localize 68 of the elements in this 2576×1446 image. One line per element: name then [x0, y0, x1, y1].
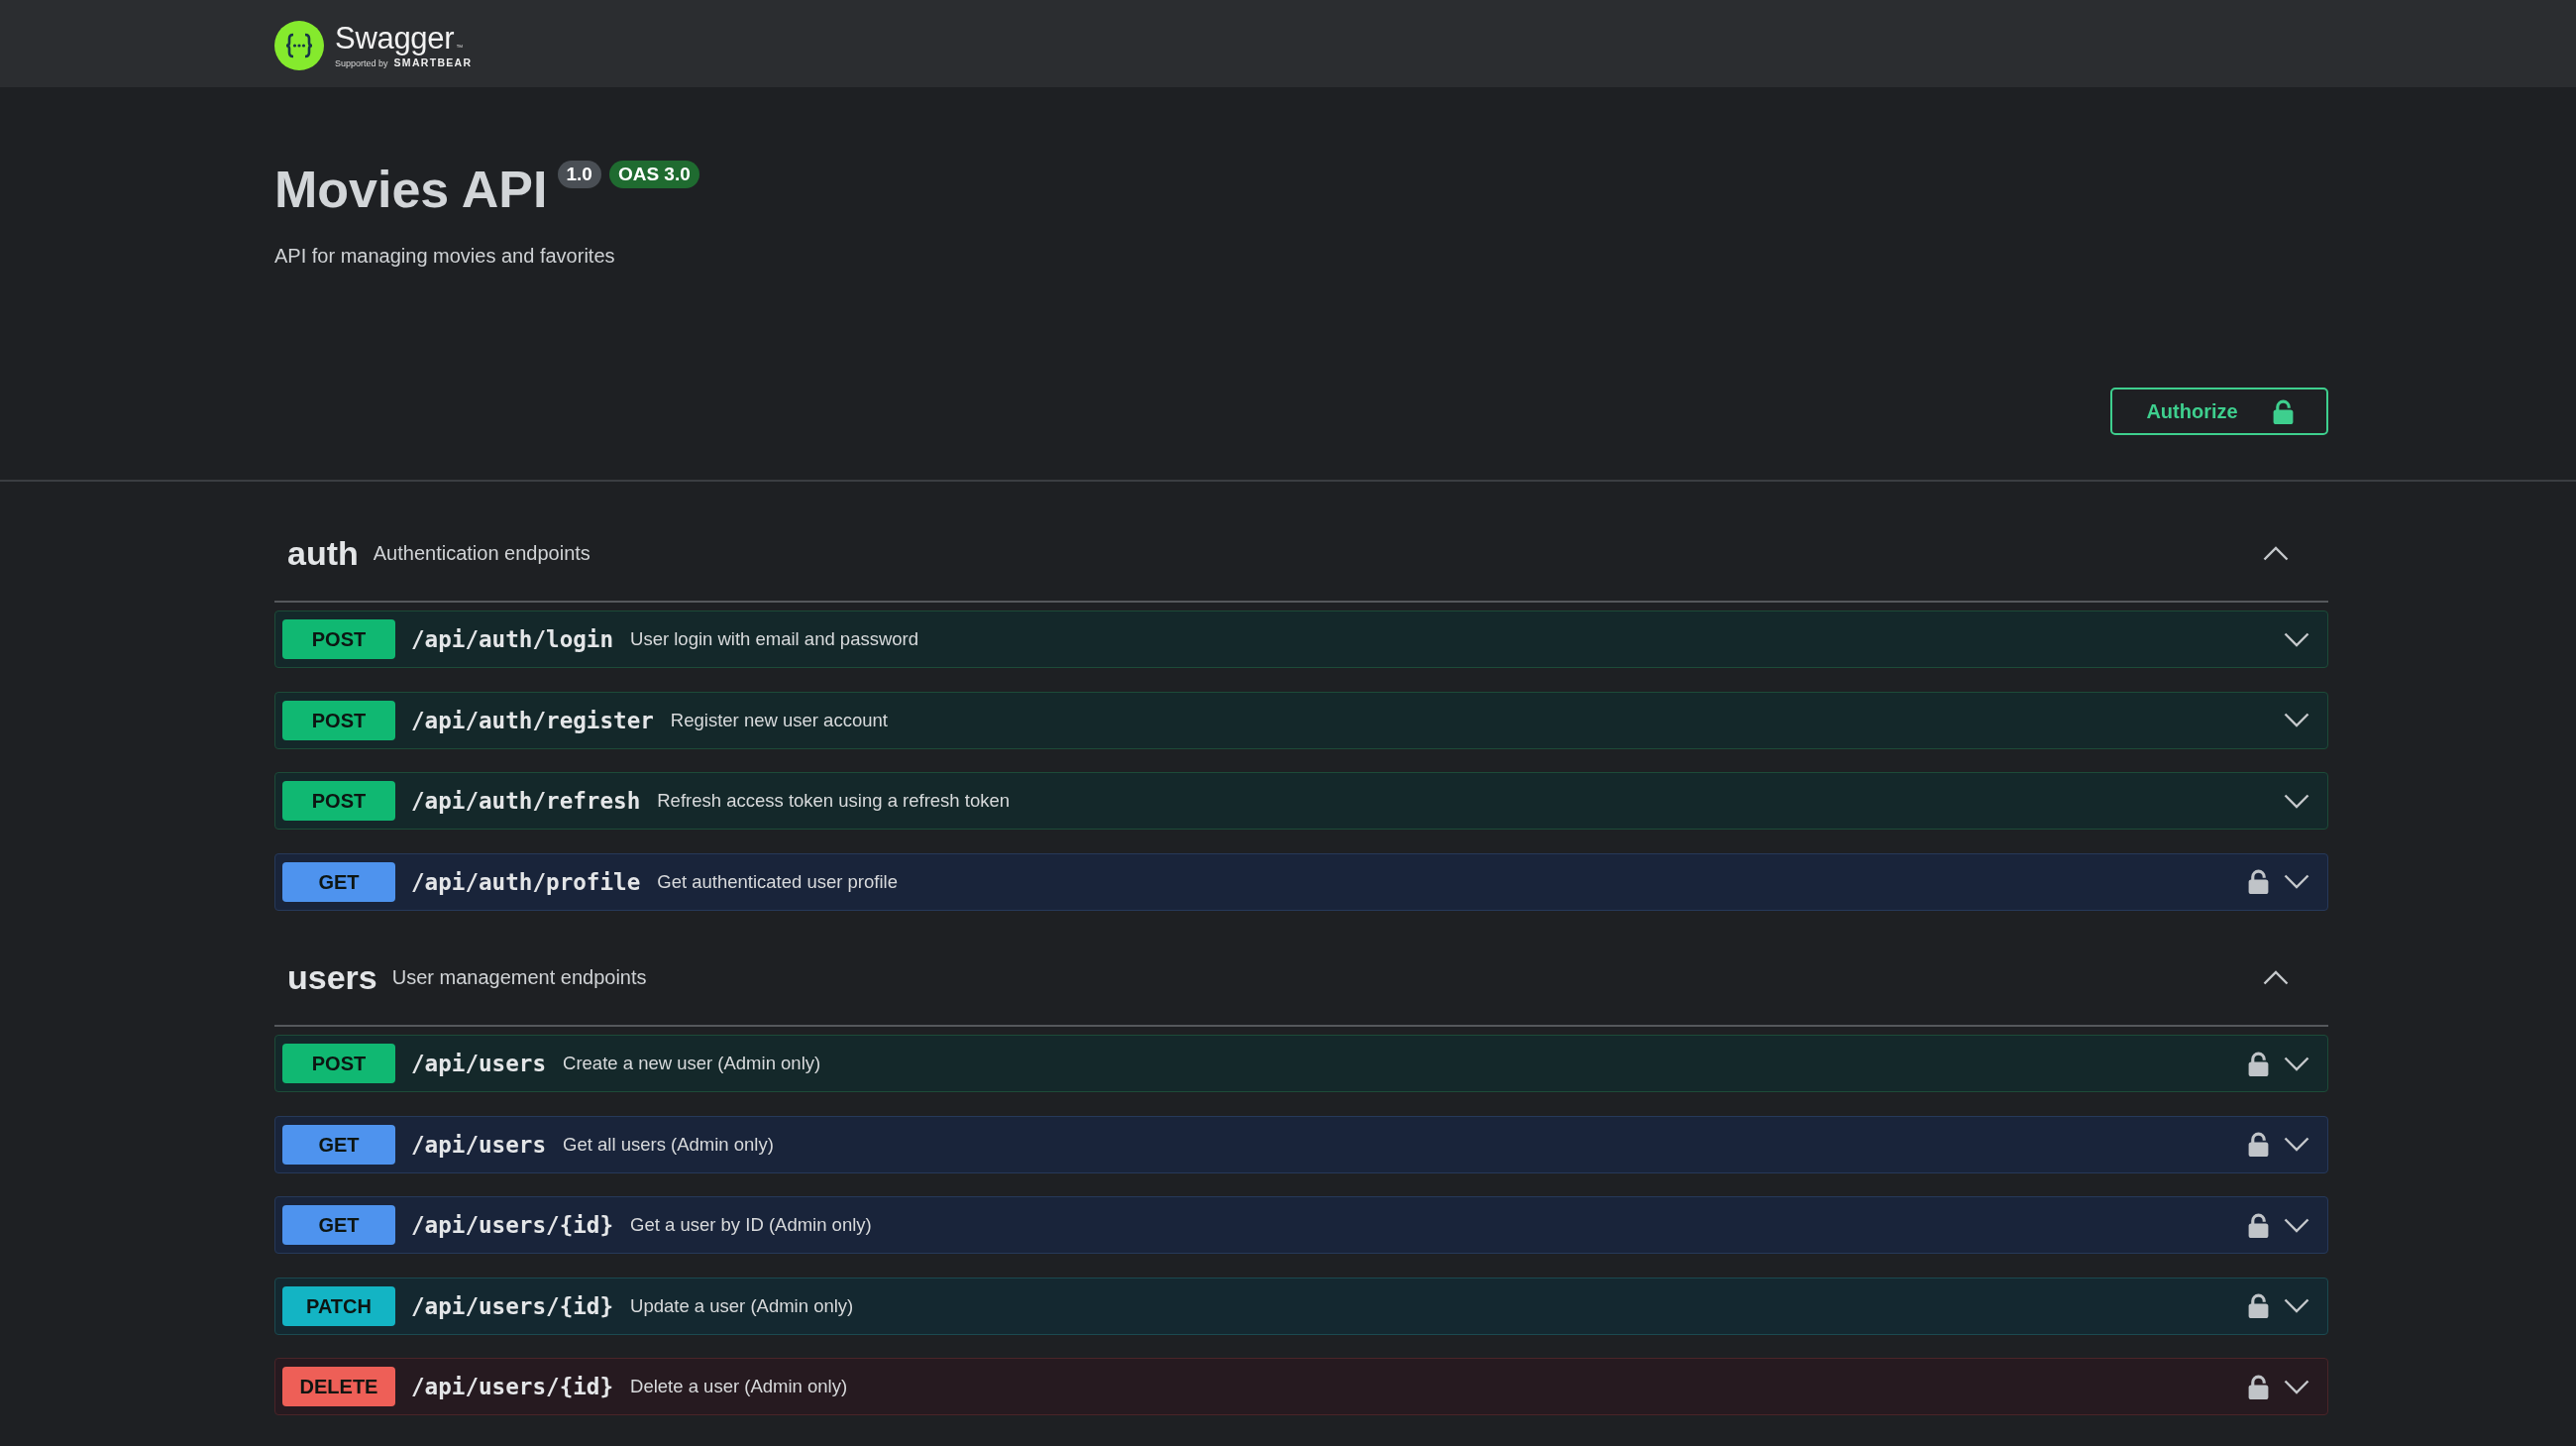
unlock-icon[interactable] [2248, 1212, 2269, 1238]
api-title: Movies API [274, 160, 548, 220]
endpoint-path: /api/users/{id} [411, 1292, 614, 1319]
endpoint-row[interactable]: POST /api/auth/login User login with email and password [274, 611, 2328, 668]
endpoint-row[interactable]: PATCH /api/users/{id} Update a user (Admin only) [274, 1277, 2328, 1335]
chevron-down-icon[interactable] [2284, 1056, 2309, 1071]
endpoint-path: /api/users/{id} [411, 1374, 614, 1399]
endpoint-summary: Register new user account [670, 709, 888, 731]
endpoint-summary: Get all users (Admin only) [563, 1133, 774, 1156]
tag-name: users [287, 957, 377, 997]
unlock-icon[interactable] [2248, 1374, 2269, 1399]
endpoint-path: /api/auth/profile [411, 868, 641, 895]
chevron-down-icon[interactable] [2284, 793, 2309, 809]
tag-description: Authentication endpoints [373, 541, 590, 565]
method-badge: POST [282, 1044, 395, 1083]
authorize-button[interactable]: Authorize [2110, 388, 2328, 435]
tag-name: auth [287, 533, 359, 573]
method-badge: PATCH [282, 1285, 395, 1326]
tag-header[interactable]: users User management endpoints [274, 940, 2328, 1027]
method-badge: GET [282, 861, 395, 902]
method-badge: POST [282, 781, 395, 821]
endpoint-row[interactable]: GET /api/users Get all users (Admin only) [274, 1115, 2328, 1173]
endpoint-summary: Get a user by ID (Admin only) [630, 1214, 872, 1236]
method-badge: POST [282, 619, 395, 659]
chevron-down-icon[interactable] [2284, 713, 2309, 727]
endpoint-path: /api/auth/login [411, 626, 614, 652]
spec-badge: OAS 3.0 [608, 161, 699, 188]
endpoint-path: /api/auth/register [411, 707, 654, 733]
brand-name: Swagger [335, 22, 455, 55]
endpoint-row[interactable]: POST /api/auth/register Register new user account [274, 691, 2328, 749]
chevron-up-icon[interactable] [2263, 545, 2289, 561]
method-badge: POST [282, 700, 395, 740]
method-badge: GET [282, 1205, 395, 1245]
endpoint-summary: User login with email and password [630, 628, 919, 650]
api-description: API for managing movies and favorites [274, 244, 616, 268]
endpoint-row[interactable]: POST /api/auth/refresh Refresh access token using a refresh token [274, 772, 2328, 830]
chevron-down-icon[interactable] [2284, 1217, 2309, 1233]
endpoint-summary: Get authenticated user profile [657, 870, 898, 893]
chevron-down-icon[interactable] [2284, 1379, 2309, 1394]
endpoint-summary: Create a new user (Admin only) [563, 1053, 821, 1074]
tag-description: User management endpoints [391, 965, 647, 989]
method-badge: DELETE [282, 1367, 395, 1406]
endpoint-path: /api/users [411, 1131, 547, 1158]
tag-header[interactable]: auth Authentication endpoints [274, 515, 2328, 603]
endpoint-row[interactable]: GET /api/users/{id} Get a user by ID (Admin only) [274, 1196, 2328, 1254]
endpoint-path: /api/auth/refresh [411, 788, 641, 814]
chevron-up-icon[interactable] [2263, 969, 2289, 985]
tagline-text: Supported by [335, 57, 388, 69]
endpoint-summary: Delete a user (Admin only) [630, 1376, 848, 1397]
endpoint-summary: Update a user (Admin only) [630, 1294, 854, 1317]
unlock-icon[interactable] [2248, 869, 2269, 894]
endpoint-row[interactable]: POST /api/users Create a new user (Admin only) [274, 1035, 2328, 1092]
unlock-icon[interactable] [2248, 1051, 2269, 1076]
endpoint-row[interactable]: GET /api/auth/profile Get authenticated user profile [274, 852, 2328, 911]
endpoint-path: /api/users [411, 1051, 547, 1076]
endpoint-row[interactable]: DELETE /api/users/{id} Delete a user (Admin only) [274, 1358, 2328, 1415]
chevron-down-icon[interactable] [2284, 874, 2309, 889]
endpoint-summary: Refresh access token using a refresh token [657, 790, 1011, 812]
logo-icon [274, 21, 324, 70]
version-badge: 1.0 [557, 161, 601, 188]
chevron-down-icon[interactable] [2284, 1298, 2309, 1313]
endpoint-path: /api/users/{id} [411, 1212, 614, 1238]
chevron-down-icon[interactable] [2284, 1137, 2309, 1152]
sponsor-name: SMARTBEAR [393, 56, 473, 68]
unlock-icon[interactable] [2248, 1293, 2269, 1318]
method-badge: GET [282, 1124, 395, 1165]
unlock-icon[interactable] [2248, 1132, 2269, 1157]
chevron-down-icon[interactable] [2284, 631, 2309, 647]
